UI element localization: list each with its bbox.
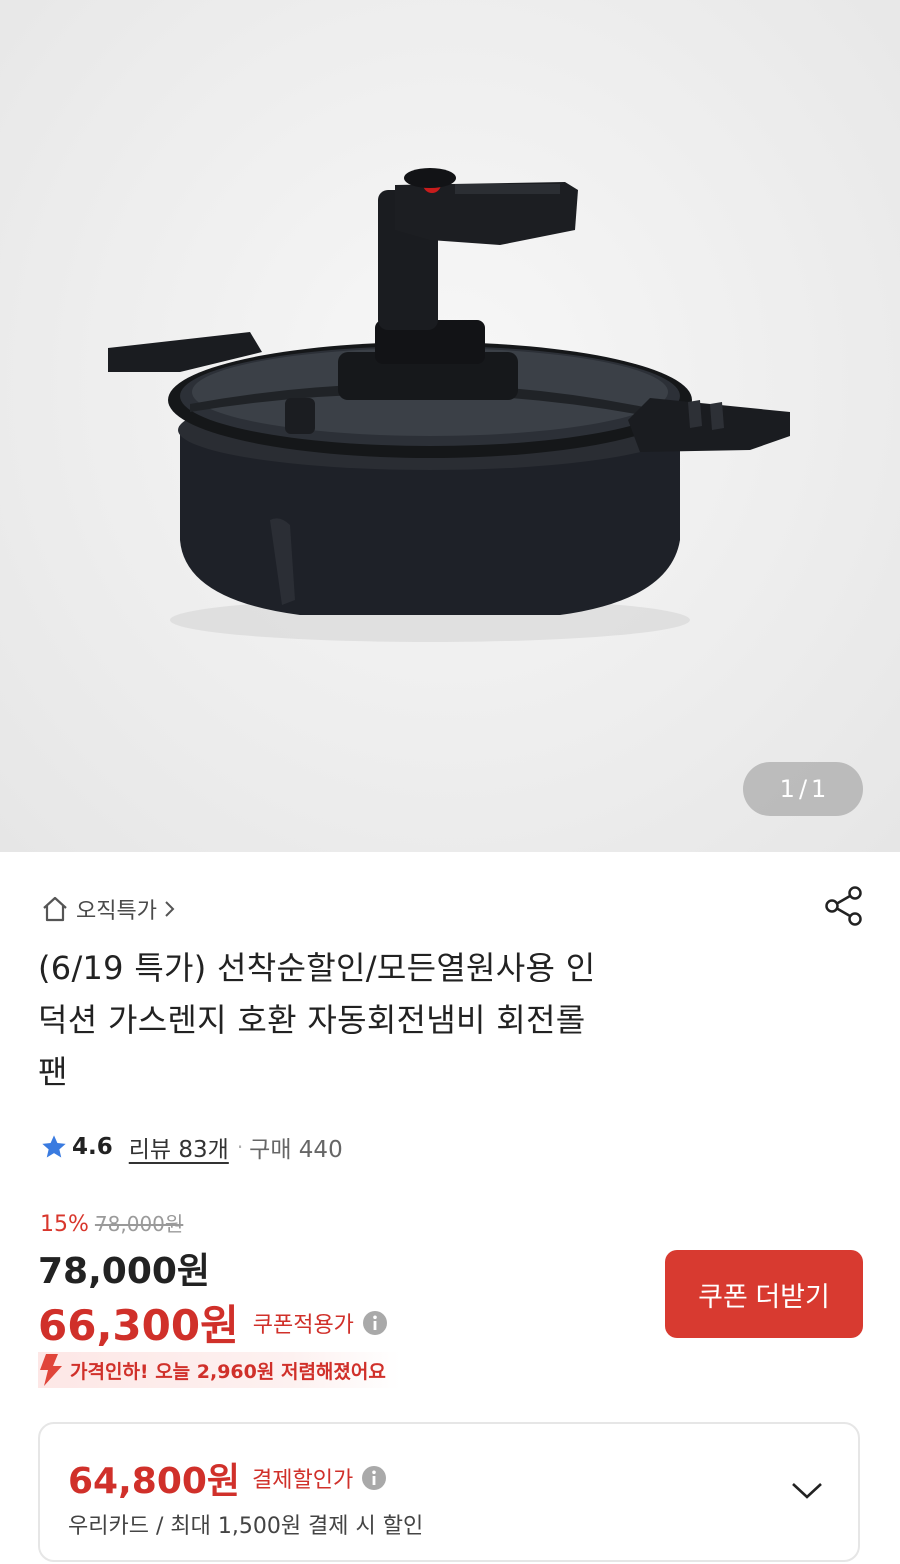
page-separator: /	[798, 775, 808, 803]
page-current: 1	[779, 775, 795, 803]
rating-score: 4.6	[72, 1134, 113, 1160]
payment-discount-price: 64,800원	[68, 1461, 241, 1502]
rating-summary: 4.6 리뷰 83개 · 구매 440	[40, 1130, 343, 1164]
discount-line: 15% 78,000원	[40, 1208, 183, 1237]
separator-dot: ·	[236, 1135, 244, 1159]
coupon-price-line: 66,300원 쿠폰적용가	[38, 1292, 388, 1353]
review-count-link[interactable]: 리뷰 83개	[129, 1130, 229, 1164]
payment-discount-label: 결제할인가	[252, 1468, 354, 1493]
breadcrumb-label: 오직특가	[76, 899, 157, 924]
chevron-right-icon	[165, 901, 175, 917]
title-line: 팬	[38, 1053, 68, 1091]
product-image	[108, 168, 790, 642]
star-icon	[42, 1135, 66, 1158]
chevron-down-icon[interactable]	[790, 1480, 824, 1502]
payment-price-row: 64,800원 결제할인가	[68, 1452, 387, 1504]
breadcrumb[interactable]: 오직특가	[40, 892, 177, 926]
original-price: 78,000원	[94, 1212, 184, 1236]
home-icon	[43, 896, 67, 922]
title-line: 덕션 가스렌지 호환 자동회전냄비 회전롤	[38, 1001, 586, 1039]
sale-price: 78,000원	[38, 1251, 211, 1292]
image-page-indicator: 1 / 1	[743, 762, 863, 816]
info-icon[interactable]	[362, 1310, 388, 1336]
price-drop-banner: 가격인하! 오늘 2,960원 저렴해졌어요	[38, 1352, 400, 1388]
product-image-gallery[interactable]: 1 / 1	[0, 0, 900, 852]
price-drop-text: 가격인하! 오늘 2,960원 저렴해졌어요	[70, 1360, 386, 1383]
product-info-section: 오직특가 (6/19 특가) 선착순할인/모든열원사용 인 덕션 가스렌지 호환…	[0, 852, 900, 1564]
title-line: (6/19 특가) 선착순할인/모든열원사용 인	[38, 949, 596, 987]
info-icon[interactable]	[361, 1465, 387, 1491]
page-total: 1	[811, 775, 827, 803]
coupon-price: 66,300원	[38, 1301, 239, 1350]
product-title: (6/19 특가) 선착순할인/모든열원사용 인 덕션 가스렌지 호환 자동회전…	[38, 942, 808, 1098]
coupon-price-label: 쿠폰적용가	[252, 1312, 354, 1338]
get-coupon-button[interactable]: 쿠폰 더받기	[665, 1250, 863, 1338]
payment-discount-detail: 우리카드 / 최대 1,500원 결제 시 할인	[68, 1514, 424, 1539]
discount-rate: 15%	[40, 1212, 89, 1237]
share-icon[interactable]	[822, 884, 866, 928]
purchase-count: 구매 440	[249, 1137, 343, 1163]
price-down-arrow-icon	[40, 1354, 62, 1386]
payment-discount-card[interactable]: 64,800원 결제할인가 우리카드 / 최대 1,500원 결제 시 할인	[38, 1422, 860, 1562]
